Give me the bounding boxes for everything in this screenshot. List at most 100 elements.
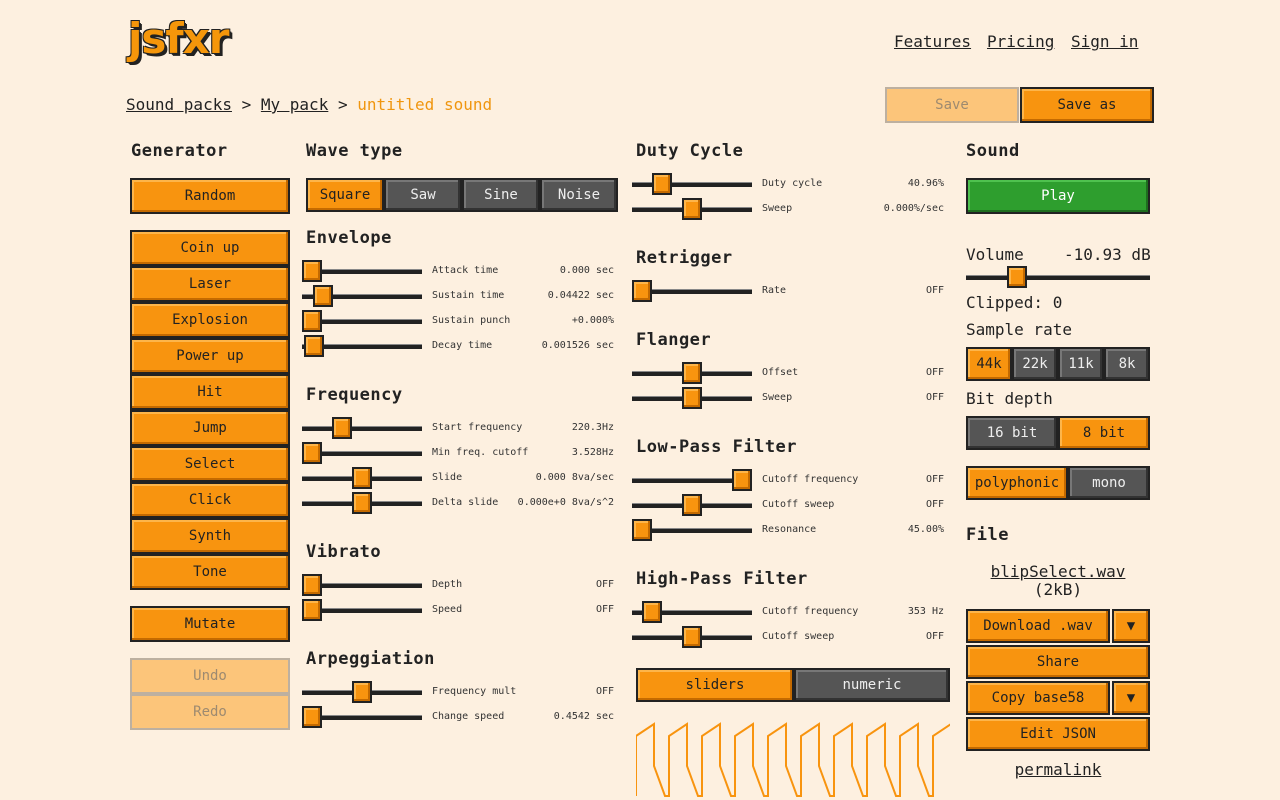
slider-thumb[interactable] — [313, 285, 333, 307]
jsfxr-logo[interactable]: jsfxr — [128, 14, 229, 63]
slider-thumb[interactable] — [682, 626, 702, 648]
envelope-sustain-time-slider[interactable] — [302, 285, 422, 307]
breadcrumb-current: untitled sound — [357, 95, 493, 114]
high-pass-filter-cutoff-frequency-value: 353 Hz — [907, 606, 944, 617]
copy-dropdown-chevron-icon[interactable]: ▼ — [1112, 681, 1150, 715]
low-pass-filter-cutoff-sweep-slider[interactable] — [632, 494, 752, 516]
slider-thumb[interactable] — [302, 574, 322, 596]
vibrato-depth-label: Depth — [432, 579, 463, 590]
duty-cycle-sweep-slider[interactable] — [632, 198, 752, 220]
flanger-sweep-slider[interactable] — [632, 387, 752, 409]
generator-coin-up-button[interactable]: Coin up — [130, 230, 290, 266]
file-size: (2kB) — [1033, 580, 1083, 599]
slider-thumb[interactable] — [304, 335, 324, 357]
undo-button[interactable]: Undo — [130, 658, 290, 694]
duty-cycle-heading: Duty Cycle — [636, 141, 744, 161]
slider-thumb[interactable] — [352, 492, 372, 514]
slider-thumb[interactable] — [1007, 266, 1027, 288]
slider-thumb[interactable] — [642, 601, 662, 623]
slider-thumb[interactable] — [302, 260, 322, 282]
download-wav-button[interactable]: Download .wav — [966, 609, 1110, 643]
flanger-offset-slider[interactable] — [632, 362, 752, 384]
slider-thumb[interactable] — [632, 280, 652, 302]
high-pass-filter-cutoff-sweep-slider[interactable] — [632, 626, 752, 648]
generator-hit-button[interactable]: Hit — [130, 374, 290, 410]
mode-mono-button[interactable]: mono — [1068, 466, 1150, 500]
generator-jump-button[interactable]: Jump — [130, 410, 290, 446]
arpeggiation-frequency-mult-slider[interactable] — [302, 681, 422, 703]
bit-depth-16-bit-button[interactable]: 16 bit — [966, 416, 1058, 450]
vibrato-depth-slider[interactable] — [302, 574, 422, 596]
sample-rate-8k-button[interactable]: 8k — [1104, 347, 1150, 381]
vibrato-speed-slider[interactable] — [302, 599, 422, 621]
sample-rate-11k-button[interactable]: 11k — [1058, 347, 1104, 381]
frequency-start-frequency-slider[interactable] — [302, 417, 422, 439]
numeric-view-button[interactable]: numeric — [794, 668, 950, 702]
random-button[interactable]: Random — [130, 178, 290, 214]
high-pass-filter-cutoff-frequency-slider[interactable] — [632, 601, 752, 623]
frequency-delta-slide-slider[interactable] — [302, 492, 422, 514]
copy-base58-button[interactable]: Copy base58 — [966, 681, 1110, 715]
envelope-decay-time-slider[interactable] — [302, 335, 422, 357]
download-dropdown-chevron-icon[interactable]: ▼ — [1112, 609, 1150, 643]
retrigger-rate-slider[interactable] — [632, 280, 752, 302]
volume-slider[interactable] — [966, 266, 1150, 288]
sample-rate-22k-button[interactable]: 22k — [1012, 347, 1058, 381]
share-button[interactable]: Share — [966, 645, 1150, 679]
play-button[interactable]: Play — [966, 178, 1150, 214]
wave-sine-button[interactable]: Sine — [462, 178, 540, 212]
bit-depth-8-bit-button[interactable]: 8 bit — [1058, 416, 1150, 450]
filename-link[interactable]: blipSelect.wav — [966, 562, 1150, 581]
save-button[interactable]: Save — [885, 87, 1019, 123]
envelope-attack-time-slider[interactable] — [302, 260, 422, 282]
frequency-min-freq-cutoff-slider[interactable] — [302, 442, 422, 464]
slider-thumb[interactable] — [352, 681, 372, 703]
duty-cycle-duty-cycle-slider[interactable] — [632, 173, 752, 195]
slider-thumb[interactable] — [682, 494, 702, 516]
low-pass-filter-cutoff-frequency-slider[interactable] — [632, 469, 752, 491]
sliders-view-button[interactable]: sliders — [636, 668, 794, 702]
slider-thumb[interactable] — [682, 387, 702, 409]
low-pass-filter-resonance-slider[interactable] — [632, 519, 752, 541]
save-as-button[interactable]: Save as — [1020, 87, 1154, 123]
generator-laser-button[interactable]: Laser — [130, 266, 290, 302]
envelope-sustain-punch-slider[interactable] — [302, 310, 422, 332]
mode-polyphonic-button[interactable]: polyphonic — [966, 466, 1068, 500]
wave-noise-button[interactable]: Noise — [540, 178, 618, 212]
breadcrumb-my-pack[interactable]: My pack — [261, 95, 328, 114]
redo-button[interactable]: Redo — [130, 694, 290, 730]
slider-thumb[interactable] — [632, 519, 652, 541]
edit-json-button[interactable]: Edit JSON — [966, 717, 1150, 751]
mutate-button[interactable]: Mutate — [130, 606, 290, 642]
nav-features-link[interactable]: Features — [894, 32, 971, 51]
duty-cycle-sweep-value: 0.000%/sec — [883, 203, 944, 214]
wave-saw-button[interactable]: Saw — [384, 178, 462, 212]
slider-thumb[interactable] — [732, 469, 752, 491]
breadcrumb-sound-packs[interactable]: Sound packs — [126, 95, 232, 114]
generator-select-button[interactable]: Select — [130, 446, 290, 482]
slider-thumb[interactable] — [682, 362, 702, 384]
slider-thumb[interactable] — [652, 173, 672, 195]
slider-thumb[interactable] — [332, 417, 352, 439]
nav-pricing-link[interactable]: Pricing — [987, 32, 1054, 51]
low-pass-filter-cutoff-sweep-value: OFF — [925, 499, 944, 510]
generator-explosion-button[interactable]: Explosion — [130, 302, 290, 338]
high-pass-filter-cutoff-sweep-value: OFF — [925, 631, 944, 642]
slider-thumb[interactable] — [302, 310, 322, 332]
slider-thumb[interactable] — [302, 442, 322, 464]
slider-thumb[interactable] — [302, 599, 322, 621]
generator-power-up-button[interactable]: Power up — [130, 338, 290, 374]
wave-square-button[interactable]: Square — [306, 178, 384, 212]
nav-sign-in-link[interactable]: Sign in — [1071, 32, 1138, 51]
slider-thumb[interactable] — [302, 706, 322, 728]
generator-tone-button[interactable]: Tone — [130, 554, 290, 590]
permalink-link[interactable]: permalink — [966, 760, 1150, 779]
slider-thumb[interactable] — [352, 467, 372, 489]
frequency-slide-slider[interactable] — [302, 467, 422, 489]
flanger-heading: Flanger — [636, 330, 712, 350]
arpeggiation-change-speed-slider[interactable] — [302, 706, 422, 728]
generator-synth-button[interactable]: Synth — [130, 518, 290, 554]
generator-click-button[interactable]: Click — [130, 482, 290, 518]
slider-thumb[interactable] — [682, 198, 702, 220]
sample-rate-44k-button[interactable]: 44k — [966, 347, 1012, 381]
